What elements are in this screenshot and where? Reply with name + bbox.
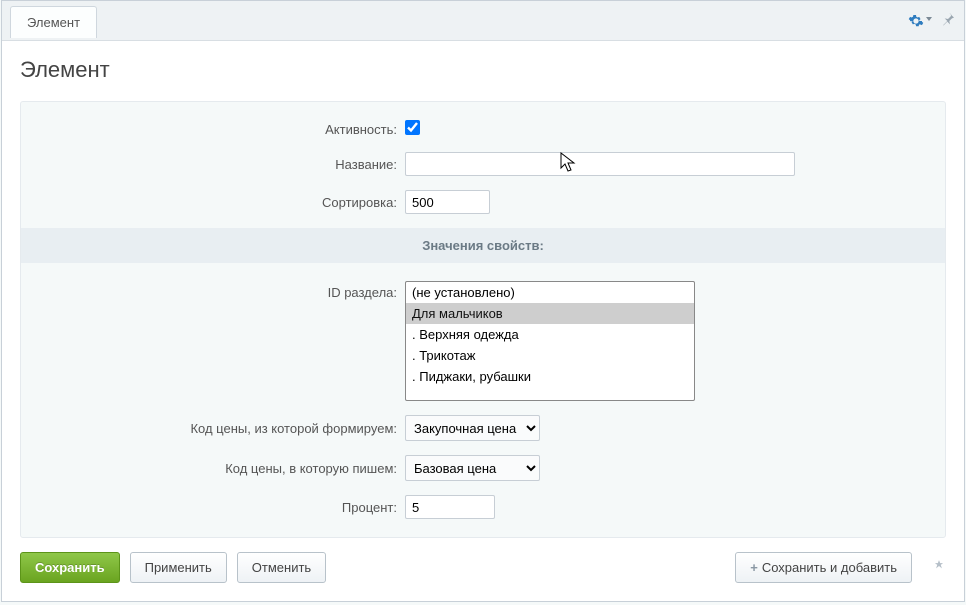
section-header: Значения свойств: (21, 228, 945, 263)
pin-icon[interactable] (940, 11, 956, 30)
save-button[interactable]: Сохранить (20, 552, 120, 583)
tab-bar: Элемент (2, 1, 964, 41)
label-price-to: Код цены, в которую пишем: (35, 461, 405, 476)
plus-icon: + (750, 560, 758, 575)
tab-element[interactable]: Элемент (10, 6, 97, 38)
section-id-listbox[interactable]: (не установлено)Для мальчиков. Верхняя о… (405, 281, 695, 401)
label-section-id: ID раздела: (35, 281, 405, 300)
label-percent: Процент: (35, 500, 405, 515)
save-and-add-button[interactable]: + Сохранить и добавить (735, 552, 912, 583)
tab-label: Элемент (27, 15, 80, 30)
sort-input[interactable] (405, 190, 490, 214)
page-title: Элемент (20, 57, 946, 83)
label-name: Название: (35, 157, 405, 172)
label-sort: Сортировка: (35, 195, 405, 210)
label-price-from: Код цены, из которой формируем: (35, 421, 405, 436)
pin-bottom-icon[interactable] (932, 559, 946, 576)
apply-button[interactable]: Применить (130, 552, 227, 583)
save-and-add-label: Сохранить и добавить (762, 560, 897, 575)
caret-down-icon (926, 17, 932, 21)
price-to-select[interactable]: Базовая цена (405, 455, 540, 481)
form-panel: Активность: Название: Сортировка: Значен… (20, 101, 946, 538)
name-input[interactable] (405, 152, 795, 176)
active-checkbox[interactable] (405, 120, 420, 135)
cancel-button[interactable]: Отменить (237, 552, 326, 583)
button-bar: Сохранить Применить Отменить + Сохранить … (20, 552, 946, 583)
settings-gear-icon[interactable] (908, 13, 932, 29)
label-active: Активность: (35, 122, 405, 137)
price-from-select[interactable]: Закупочная цена (405, 415, 540, 441)
percent-input[interactable] (405, 495, 495, 519)
